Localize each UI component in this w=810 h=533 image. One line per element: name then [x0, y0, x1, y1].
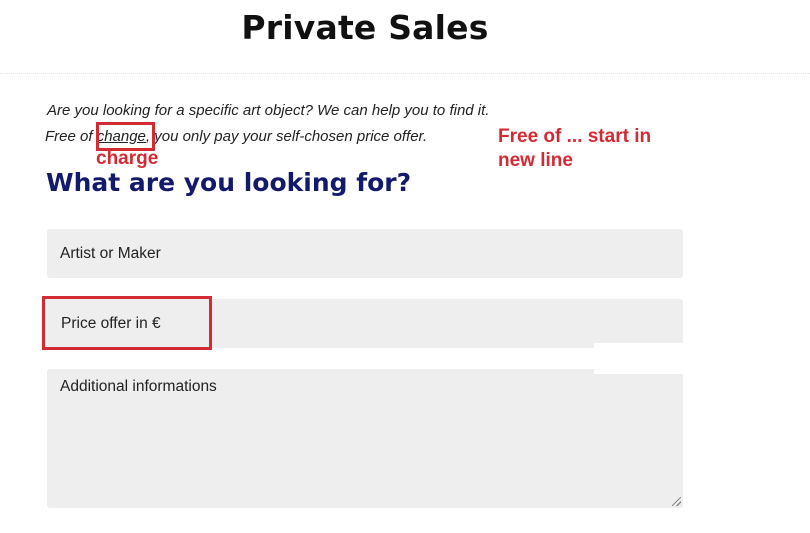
additional-informations-textarea[interactable]: Additional informations — [47, 369, 683, 508]
white-overlay-patch — [594, 343, 683, 374]
page-title: Private Sales — [241, 8, 489, 47]
annotation-new-line-note: Free of ... start in new line — [498, 126, 652, 171]
intro-text-line-1: Are you looking for a specific art objec… — [47, 102, 490, 119]
artist-placeholder: Artist or Maker — [60, 245, 161, 262]
intro-line-2-prefix: Free of — [45, 128, 97, 145]
header-divider — [0, 73, 810, 74]
resize-handle-icon[interactable] — [672, 497, 681, 506]
info-placeholder: Additional informations — [60, 378, 217, 395]
intro-line-2-suffix: , you only pay your self-chosen price of… — [145, 128, 428, 145]
form-heading: What are you looking for? — [46, 168, 412, 197]
artist-or-maker-input[interactable]: Artist or Maker — [47, 229, 683, 278]
annotation-box-price — [42, 296, 212, 350]
